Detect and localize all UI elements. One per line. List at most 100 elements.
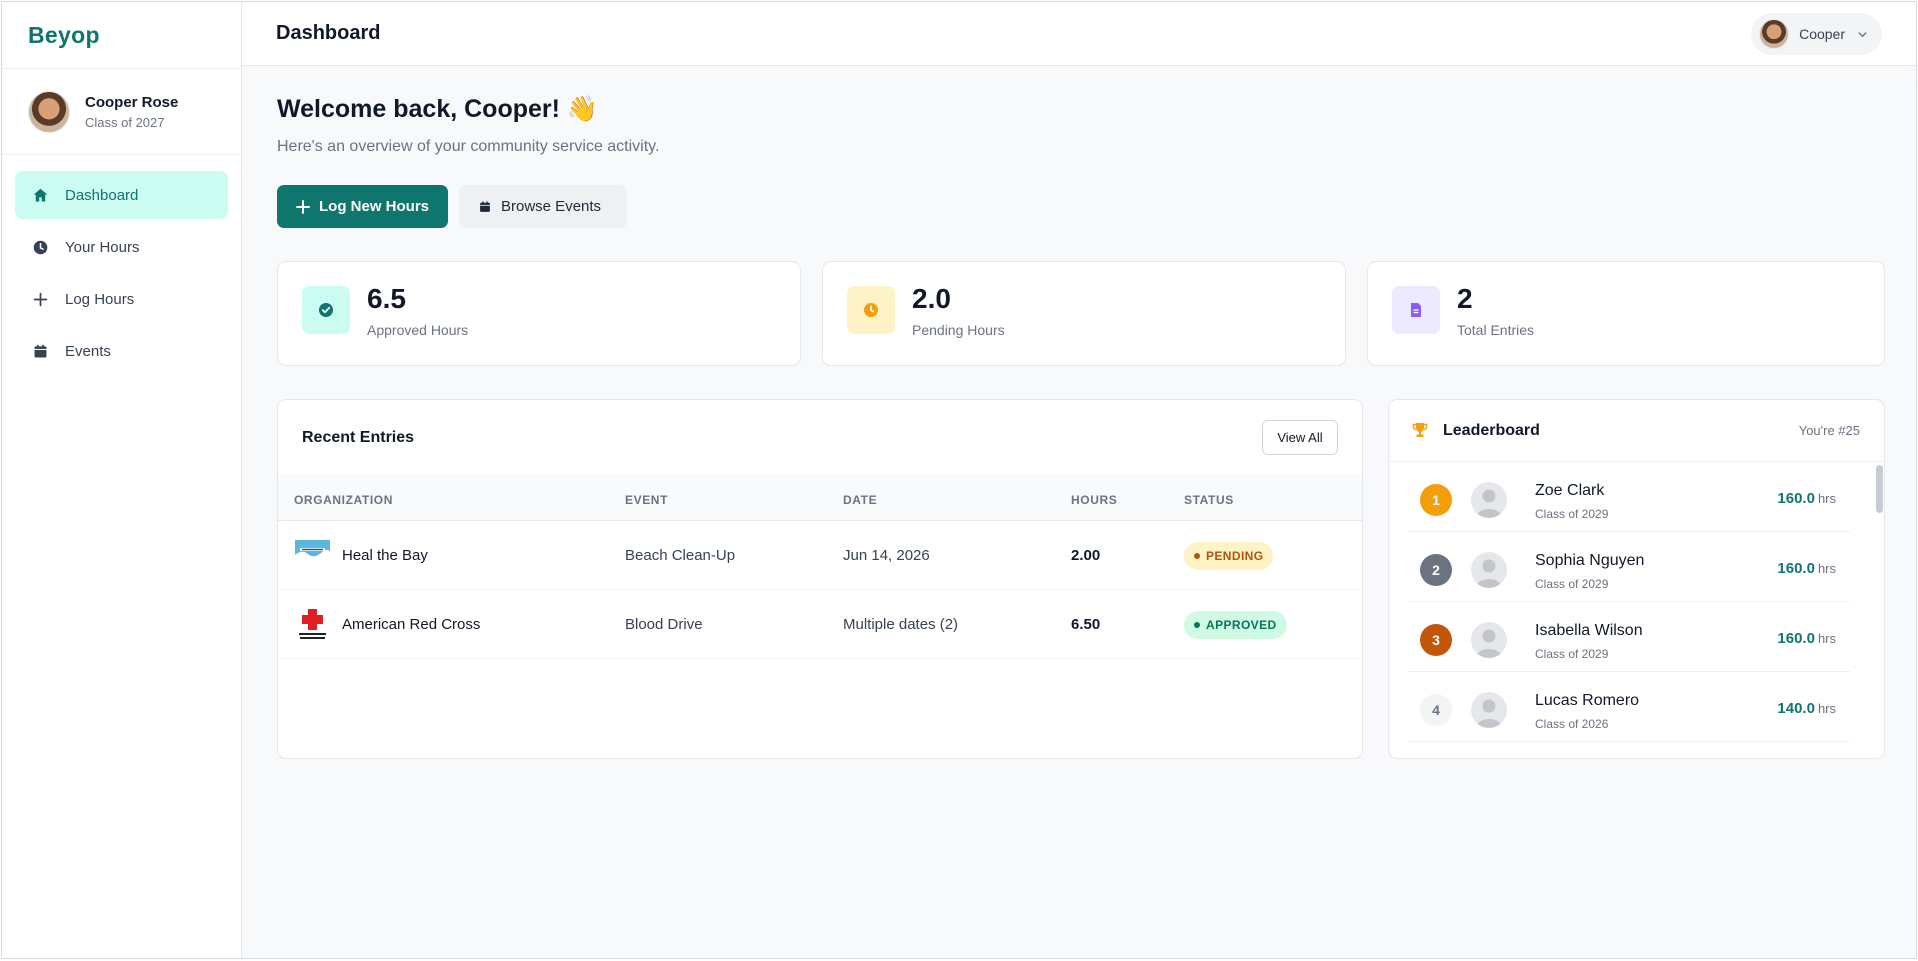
table-row[interactable]: American Red Cross Blood Drive Multiple … [278, 590, 1362, 659]
event-name: Beach Clean-Up [625, 547, 736, 564]
table-header: ORGANIZATION EVENT DATE HOURS STATUS [278, 475, 1362, 521]
pending-hours-card: 2.0 Pending Hours [822, 261, 1346, 366]
entry-hours: 6.50 [1071, 616, 1101, 633]
column-header: HOURS [1071, 493, 1118, 507]
leaderboard-row[interactable]: 4 Lucas Romero Class of 2026 140.0 hrs [1407, 672, 1850, 742]
user-menu-button[interactable]: Cooper [1751, 13, 1882, 55]
calendar-icon [480, 200, 490, 212]
event-name: Blood Drive [625, 616, 703, 633]
user-class: Class of 2027 [85, 114, 165, 130]
user-menu-name: Cooper [1799, 26, 1845, 42]
rank-badge: 1 [1420, 484, 1452, 516]
avatar [1471, 482, 1507, 518]
sidebar-item-dashboard[interactable]: Dashboard [15, 171, 228, 219]
leader-name: Zoe Clark [1535, 482, 1605, 499]
stat-label: Approved Hours [367, 322, 469, 338]
sidebar: Beyop Cooper Rose Class of 2027 Dashboar… [2, 2, 242, 958]
leader-hours: 160.0 hrs [1777, 630, 1836, 647]
stat-label: Pending Hours [912, 322, 1005, 338]
status-badge: APPROVED [1184, 611, 1287, 639]
sidebar-item-events[interactable]: Events [15, 327, 228, 375]
sidebar-item-label: Your Hours [65, 238, 140, 256]
rank-badge: 4 [1420, 694, 1452, 726]
leader-hours: 140.0 hrs [1777, 700, 1836, 717]
trophy-icon [1412, 423, 1428, 437]
leader-class: Class of 2029 [1535, 647, 1609, 661]
check-circle-icon [302, 286, 350, 334]
leader-hours: 160.0 hrs [1777, 490, 1836, 507]
rank-badge: 3 [1420, 624, 1452, 656]
avatar [1471, 622, 1507, 658]
leaderboard-header: Leaderboard You're #25 [1389, 400, 1884, 462]
welcome-heading: Welcome back, Cooper! 👋 [277, 95, 599, 123]
chevron-down-icon [1858, 31, 1867, 37]
org-name: Heal the Bay [342, 547, 428, 564]
sidebar-item-your-hours[interactable]: Your Hours [15, 223, 228, 271]
browse-events-label: Browse Events [501, 198, 602, 215]
total-entries-card: 2 Total Entries [1367, 261, 1885, 366]
stat-value: 2.0 [912, 283, 951, 314]
stat-value: 6.5 [367, 283, 406, 314]
stat-label: Total Entries [1457, 322, 1535, 338]
scrollbar-thumb[interactable] [1876, 465, 1883, 513]
leaderboard-row[interactable]: 2 Sophia Nguyen Class of 2029 160.0 hrs [1407, 532, 1850, 602]
recent-entries-title: Recent Entries [302, 429, 415, 446]
heal-the-bay-logo [295, 540, 330, 561]
table-row[interactable]: Heal the Bay Beach Clean-Up Jun 14, 2026… [278, 521, 1362, 590]
page-title: Dashboard [276, 22, 381, 44]
entry-date: Multiple dates (2) [843, 616, 959, 633]
column-header: EVENT [625, 493, 669, 507]
stat-value: 2 [1457, 283, 1473, 314]
your-rank: You're #25 [1798, 423, 1860, 438]
calendar-icon [31, 342, 49, 360]
leaderboard-card: Leaderboard You're #25 1 Zoe Clark Class… [1388, 399, 1885, 759]
column-header: STATUS [1184, 493, 1234, 507]
leader-name: Lucas Romero [1535, 692, 1640, 709]
leader-class: Class of 2026 [1535, 717, 1609, 731]
leader-hours: 160.0 hrs [1777, 560, 1836, 577]
avatar [28, 90, 70, 133]
status-text: APPROVED [1206, 618, 1277, 632]
leaderboard-row[interactable]: 1 Zoe Clark Class of 2029 160.0 hrs [1407, 462, 1850, 532]
rank-badge: 2 [1420, 554, 1452, 586]
plus-icon [296, 199, 310, 214]
leaderboard-scrollbar[interactable] [1874, 462, 1884, 758]
leaderboard-row[interactable]: 3 Isabella Wilson Class of 2029 160.0 hrs [1407, 602, 1850, 672]
log-new-hours-label: Log New Hours [319, 198, 430, 215]
sidebar-nav: Dashboard Your Hours Log Hours Events [2, 155, 241, 395]
entry-date: Jun 14, 2026 [843, 547, 930, 564]
org-name: American Red Cross [342, 616, 481, 633]
leaderboard-title: Leaderboard [1443, 422, 1540, 439]
leader-class: Class of 2029 [1535, 577, 1609, 591]
clock-icon [847, 286, 895, 334]
status-badge: PENDING [1184, 542, 1274, 570]
avatar [1471, 552, 1507, 588]
sidebar-item-label: Log Hours [65, 290, 135, 308]
top-header: Dashboard Cooper [242, 2, 1916, 66]
leader-name: Sophia Nguyen [1535, 552, 1645, 569]
leader-name: Isabella Wilson [1535, 622, 1643, 639]
clock-icon [31, 238, 49, 256]
approved-hours-card: 6.5 Approved Hours [277, 261, 801, 366]
avatar [1759, 19, 1790, 49]
avatar [1471, 692, 1507, 728]
view-all-button[interactable]: View All [1262, 420, 1338, 455]
recent-entries-card: Recent Entries View All ORGANIZATION EVE… [277, 399, 1363, 759]
welcome-subtitle: Here's an overview of your community ser… [277, 138, 660, 155]
home-icon [31, 186, 49, 204]
leader-class: Class of 2029 [1535, 507, 1609, 521]
column-header: ORGANIZATION [294, 493, 393, 507]
plus-icon [31, 290, 49, 308]
sidebar-item-log-hours[interactable]: Log Hours [15, 275, 228, 323]
entry-hours: 2.00 [1071, 547, 1101, 564]
brand-logo[interactable]: Beyop [2, 2, 241, 69]
sidebar-item-label: Dashboard [65, 186, 139, 204]
status-text: PENDING [1206, 549, 1264, 563]
log-new-hours-button[interactable]: Log New Hours [277, 185, 448, 228]
app-frame: Beyop Cooper Rose Class of 2027 Dashboar… [1, 1, 1917, 959]
browse-events-button[interactable]: Browse Events [459, 185, 627, 228]
user-name: Cooper Rose [85, 93, 179, 111]
document-icon [1392, 286, 1440, 334]
red-cross-logo [299, 609, 326, 639]
sidebar-user: Cooper Rose Class of 2027 [2, 69, 241, 155]
